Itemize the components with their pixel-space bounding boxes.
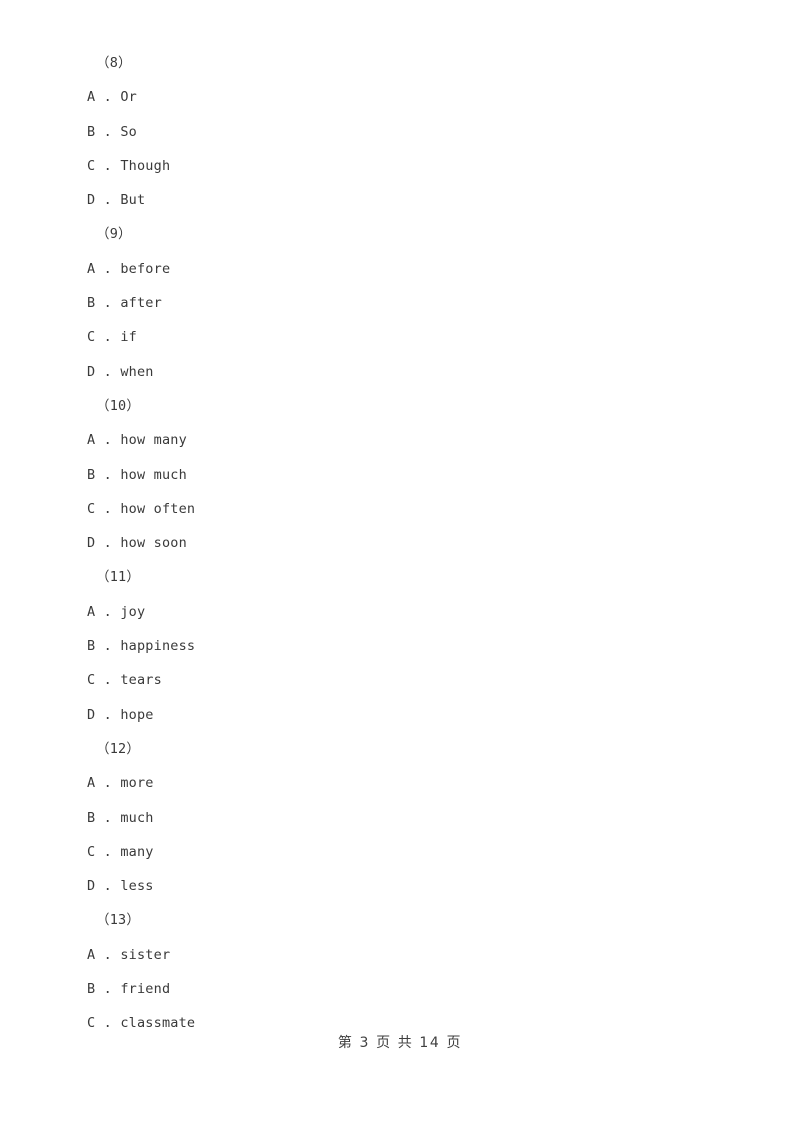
- option-text: classmate: [120, 1015, 196, 1032]
- option-text: when: [120, 363, 154, 380]
- option-text: Or: [120, 89, 137, 106]
- option-text: how soon: [120, 535, 187, 552]
- option-separator: .: [95, 706, 121, 723]
- option-text: happiness: [120, 638, 196, 655]
- option-text: But: [120, 192, 146, 209]
- option-text: friend: [120, 981, 171, 998]
- option-separator: .: [95, 192, 121, 209]
- option-separator: .: [95, 946, 121, 963]
- answer-option[interactable]: C . Though: [87, 149, 707, 183]
- answer-option[interactable]: B . So: [87, 115, 707, 149]
- option-separator: .: [95, 466, 121, 483]
- option-separator: .: [95, 157, 121, 174]
- option-text: before: [120, 260, 171, 277]
- option-text: many: [120, 843, 154, 860]
- option-text: sister: [120, 946, 171, 963]
- answer-option[interactable]: A . more: [87, 766, 707, 800]
- option-separator: .: [95, 809, 121, 826]
- option-text: Though: [120, 157, 171, 174]
- answer-option[interactable]: A . Or: [87, 80, 707, 114]
- option-text: hope: [120, 706, 154, 723]
- answer-option[interactable]: B . friend: [87, 972, 707, 1006]
- question-number: （10）: [96, 397, 141, 414]
- answer-option[interactable]: A . before: [87, 252, 707, 286]
- option-separator: .: [95, 260, 121, 277]
- option-separator: .: [95, 775, 121, 792]
- option-text: how often: [120, 500, 196, 517]
- option-separator: .: [95, 123, 121, 140]
- answer-option[interactable]: A . sister: [87, 938, 707, 972]
- option-separator: .: [95, 535, 121, 552]
- question-number: （11）: [96, 569, 141, 586]
- option-separator: .: [95, 329, 121, 346]
- question-block: （8） A . Or B . So C . Though D . But: [87, 46, 707, 217]
- option-separator: .: [95, 432, 121, 449]
- answer-option[interactable]: D . less: [87, 869, 707, 903]
- page-footer: 第 3 页 共 14 页: [337, 1035, 463, 1051]
- answer-option[interactable]: C . how often: [87, 492, 707, 526]
- option-text: less: [120, 878, 154, 895]
- option-separator: .: [95, 363, 121, 380]
- answer-option[interactable]: D . how soon: [87, 526, 707, 560]
- answer-option[interactable]: C . many: [87, 835, 707, 869]
- option-text: after: [120, 295, 162, 312]
- option-text: So: [120, 123, 137, 140]
- answer-option[interactable]: A . how many: [87, 423, 707, 457]
- option-separator: .: [95, 295, 121, 312]
- question-number: （12）: [96, 740, 141, 757]
- answer-option[interactable]: B . how much: [87, 458, 707, 492]
- question-number: （9）: [96, 226, 132, 243]
- option-text: joy: [120, 603, 146, 620]
- option-text: much: [120, 809, 154, 826]
- question-list: （8） A . Or B . So C . Though D . But （9） A . b…: [87, 46, 707, 1041]
- option-separator: .: [95, 981, 121, 998]
- document-page: （8） A . Or B . So C . Though D . But （9） A . b…: [0, 0, 800, 1132]
- option-text: how much: [120, 466, 187, 483]
- answer-option[interactable]: B . after: [87, 286, 707, 320]
- question-block: （10） A . how many B . how much C . how ofte…: [87, 389, 707, 560]
- option-separator: .: [95, 843, 121, 860]
- question-block: （11） A . joy B . happiness C . tears D . hop…: [87, 560, 707, 731]
- option-separator: .: [95, 638, 121, 655]
- answer-option[interactable]: D . when: [87, 355, 707, 389]
- question-number: （8）: [96, 55, 132, 71]
- option-text: how many: [120, 432, 187, 449]
- answer-option[interactable]: C . if: [87, 320, 707, 354]
- answer-option[interactable]: A . joy: [87, 595, 707, 629]
- option-text: more: [120, 775, 154, 792]
- answer-option[interactable]: B . much: [87, 801, 707, 835]
- answer-option[interactable]: C . tears: [87, 663, 707, 697]
- option-separator: .: [95, 672, 121, 689]
- option-separator: .: [95, 1015, 121, 1032]
- option-separator: .: [95, 89, 121, 106]
- question-block: （13） A . sister B . friend C . classmate: [87, 903, 707, 1040]
- question-number: （13）: [96, 912, 141, 929]
- option-text: if: [120, 329, 137, 346]
- answer-option[interactable]: D . hope: [87, 698, 707, 732]
- option-text: tears: [120, 672, 162, 689]
- answer-option[interactable]: B . happiness: [87, 629, 707, 663]
- option-separator: .: [95, 878, 121, 895]
- answer-option[interactable]: D . But: [87, 183, 707, 217]
- question-block: （9） A . before B . after C . if D . when: [87, 217, 707, 388]
- option-separator: .: [95, 603, 121, 620]
- question-block: （12） A . more B . much C . many D . less: [87, 732, 707, 903]
- option-separator: .: [95, 500, 121, 517]
